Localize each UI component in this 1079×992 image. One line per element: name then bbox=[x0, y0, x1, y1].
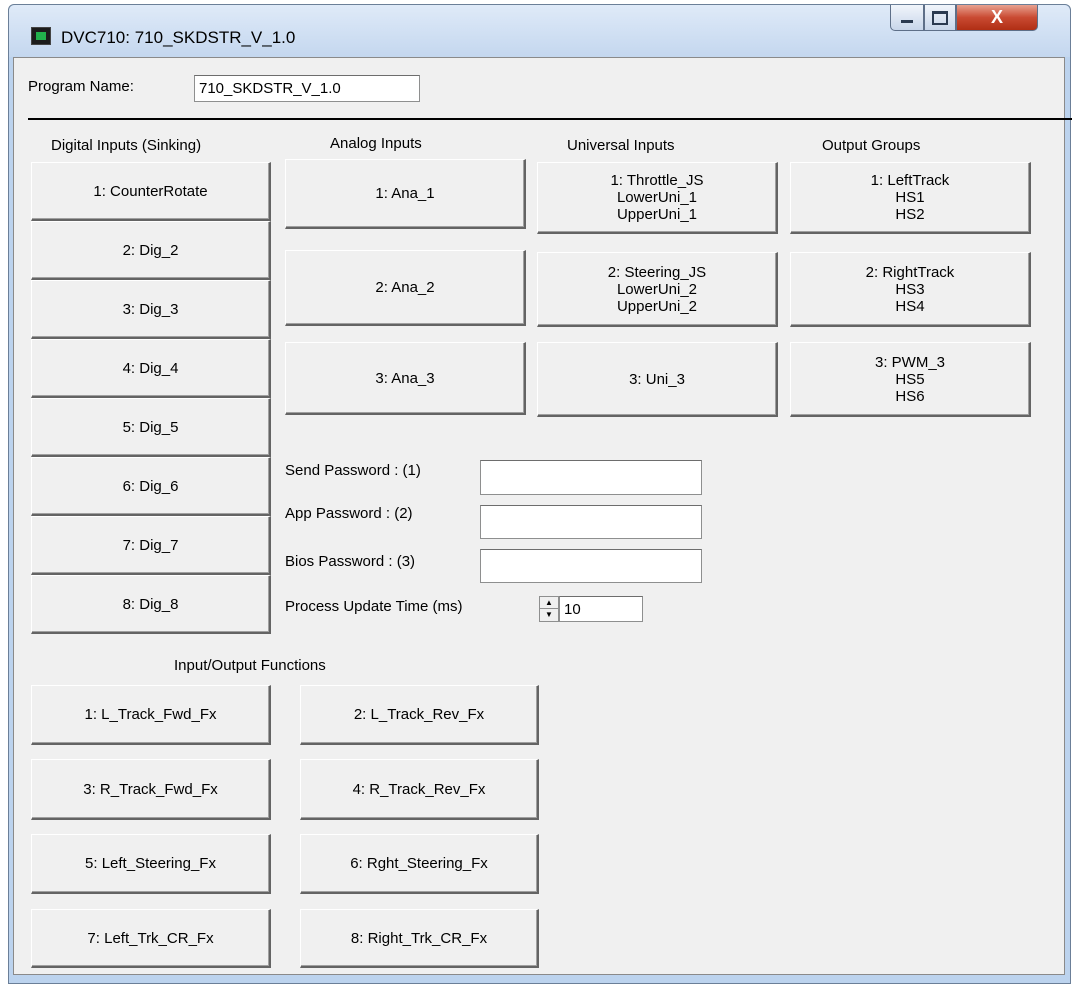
digital-input-2-button[interactable]: 2: Dig_2 bbox=[31, 221, 271, 280]
digital-input-5-button[interactable]: 5: Dig_5 bbox=[31, 398, 271, 457]
send-password-input[interactable] bbox=[480, 460, 702, 495]
output-group-3-name: 3: PWM_3 bbox=[874, 353, 946, 371]
program-name-input[interactable] bbox=[194, 75, 420, 102]
universal-input-1-button[interactable]: 1: Throttle_JS LowerUni_1 UpperUni_1 bbox=[537, 162, 778, 234]
output-group-1-hs-b: HS2 bbox=[895, 206, 925, 223]
io-function-5-button[interactable]: 5: Left_Steering_Fx bbox=[31, 834, 271, 894]
client-area: Program Name: Digital Inputs (Sinking) A… bbox=[13, 57, 1072, 975]
digital-input-7-button[interactable]: 7: Dig_7 bbox=[31, 516, 271, 575]
process-update-input[interactable] bbox=[559, 596, 643, 622]
process-update-spinner[interactable]: ▲ ▼ bbox=[539, 596, 559, 622]
io-function-4-button[interactable]: 4: R_Track_Rev_Fx bbox=[300, 759, 539, 820]
digital-inputs-header: Digital Inputs (Sinking) bbox=[51, 137, 202, 154]
close-button[interactable]: X bbox=[956, 5, 1038, 31]
process-update-label: Process Update Time (ms) bbox=[285, 598, 463, 615]
minimize-icon bbox=[901, 20, 913, 23]
universal-input-2-name: 2: Steering_JS bbox=[607, 263, 707, 281]
analog-input-2-button[interactable]: 2: Ana_2 bbox=[285, 250, 526, 326]
universal-input-1-upper: UpperUni_1 bbox=[616, 206, 698, 223]
app-password-input[interactable] bbox=[480, 505, 702, 539]
close-icon: X bbox=[990, 7, 1003, 27]
window-title: DVC710: 710_SKDSTR_V_1.0 bbox=[61, 28, 296, 47]
output-groups-header: Output Groups bbox=[822, 137, 921, 154]
io-functions-header: Input/Output Functions bbox=[174, 657, 326, 674]
minimize-button[interactable] bbox=[890, 5, 924, 31]
output-group-3-hs-b: HS6 bbox=[895, 387, 925, 405]
output-group-2-hs-a: HS3 bbox=[895, 280, 925, 298]
maximize-button[interactable] bbox=[924, 5, 956, 31]
analog-input-1-button[interactable]: 1: Ana_1 bbox=[285, 159, 526, 229]
output-group-2-name: 2: RightTrack bbox=[865, 263, 955, 281]
io-function-2-button[interactable]: 2: L_Track_Rev_Fx bbox=[300, 685, 539, 745]
universal-input-2-button[interactable]: 2: Steering_JS LowerUni_2 UpperUni_2 bbox=[537, 252, 778, 327]
send-password-label: Send Password : (1) bbox=[285, 462, 421, 479]
digital-input-6-button[interactable]: 6: Dig_6 bbox=[31, 457, 271, 516]
io-function-6-button[interactable]: 6: Rght_Steering_Fx bbox=[300, 834, 539, 894]
io-function-1-button[interactable]: 1: L_Track_Fwd_Fx bbox=[31, 685, 271, 745]
digital-input-8-button[interactable]: 8: Dig_8 bbox=[31, 575, 271, 634]
digital-input-1-button[interactable]: 1: CounterRotate bbox=[31, 162, 271, 221]
output-group-1-hs-a: HS1 bbox=[895, 189, 925, 206]
universal-input-3-button[interactable]: 3: Uni_3 bbox=[537, 342, 778, 417]
spin-up-icon[interactable]: ▲ bbox=[540, 597, 558, 608]
program-name-label: Program Name: bbox=[28, 78, 134, 95]
digital-input-4-button[interactable]: 4: Dig_4 bbox=[31, 339, 271, 398]
analog-input-3-button[interactable]: 3: Ana_3 bbox=[285, 342, 526, 415]
io-function-7-button[interactable]: 7: Left_Trk_CR_Fx bbox=[31, 909, 271, 968]
app-password-label: App Password : (2) bbox=[285, 505, 413, 522]
io-function-8-button[interactable]: 8: Right_Trk_CR_Fx bbox=[300, 909, 539, 968]
universal-input-1-name: 1: Throttle_JS bbox=[610, 172, 704, 189]
universal-input-2-lower: LowerUni_2 bbox=[616, 280, 698, 298]
universal-input-2-upper: UpperUni_2 bbox=[616, 297, 698, 315]
io-function-3-button[interactable]: 3: R_Track_Fwd_Fx bbox=[31, 759, 271, 820]
header-divider bbox=[28, 118, 1072, 120]
app-chip-icon bbox=[31, 27, 51, 45]
bios-password-label: Bios Password : (3) bbox=[285, 553, 416, 570]
maximize-icon bbox=[932, 10, 948, 25]
output-group-2-hs-b: HS4 bbox=[895, 297, 925, 315]
output-group-2-button[interactable]: 2: RightTrack HS3 HS4 bbox=[790, 252, 1031, 327]
universal-inputs-header: Universal Inputs bbox=[567, 137, 675, 154]
universal-input-1-lower: LowerUni_1 bbox=[616, 189, 698, 206]
output-group-3-button[interactable]: 3: PWM_3 HS5 HS6 bbox=[790, 342, 1031, 417]
spin-down-icon[interactable]: ▼ bbox=[540, 608, 558, 620]
title-bar[interactable]: DVC710: 710_SKDSTR_V_1.0 X bbox=[9, 5, 1070, 57]
output-group-1-button[interactable]: 1: LeftTrack HS1 HS2 bbox=[790, 162, 1031, 234]
bios-password-input[interactable] bbox=[480, 549, 702, 583]
digital-input-3-button[interactable]: 3: Dig_3 bbox=[31, 280, 271, 339]
output-group-3-hs-a: HS5 bbox=[895, 370, 925, 388]
analog-inputs-header: Analog Inputs bbox=[330, 135, 422, 152]
output-group-1-name: 1: LeftTrack bbox=[870, 172, 950, 189]
